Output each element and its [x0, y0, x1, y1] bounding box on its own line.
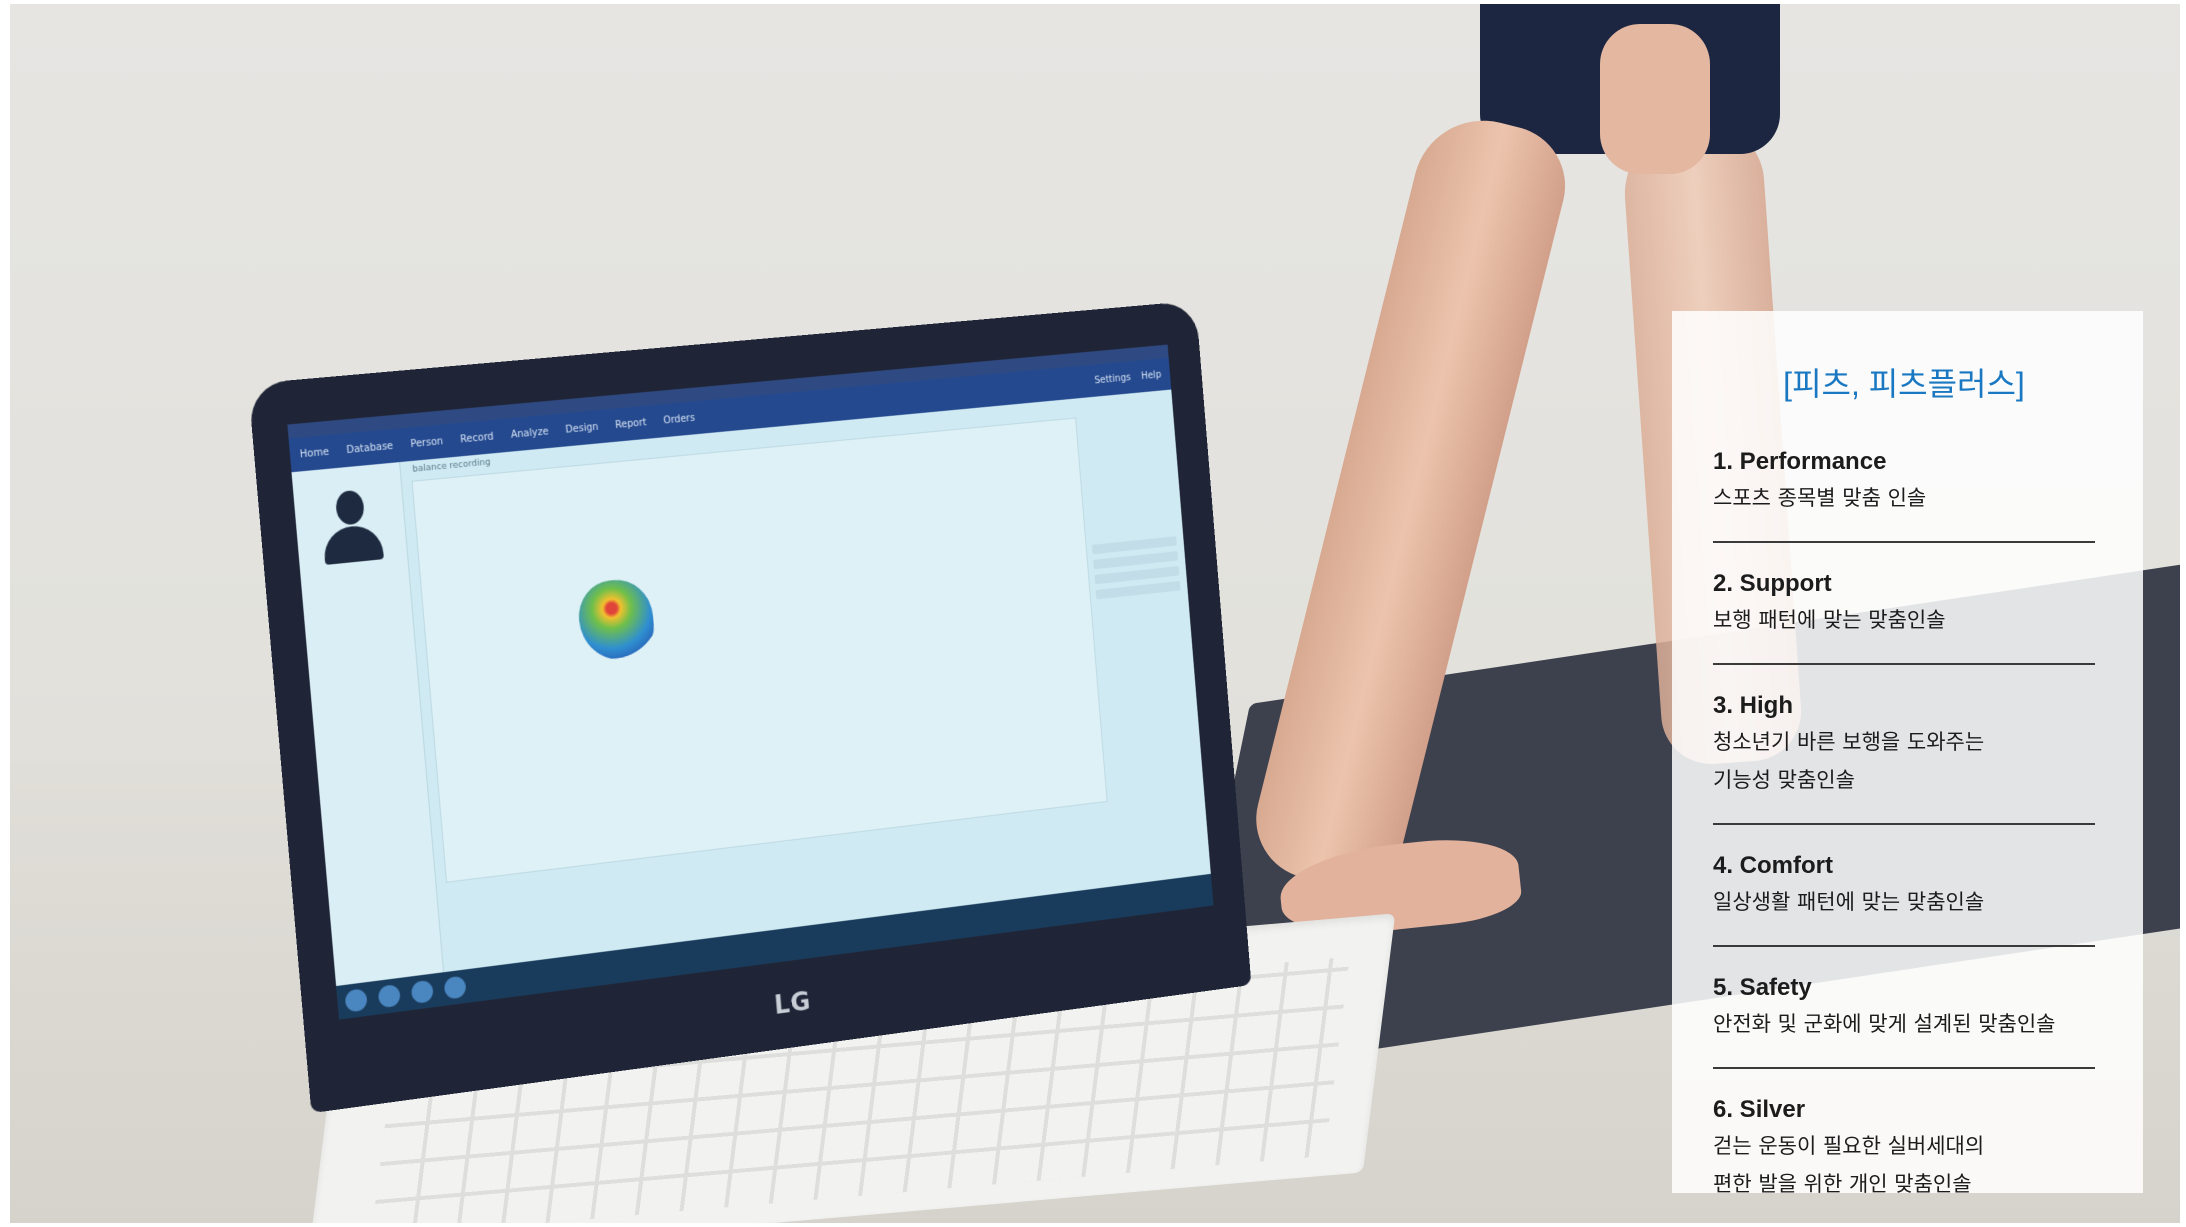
app-nav-design: Design — [565, 421, 599, 435]
taskbar-app-icon — [444, 975, 467, 999]
app-nav-home: Home — [299, 446, 329, 460]
card-title: [피츠, 피츠플러스] — [1713, 359, 2095, 405]
item-description: 보행 패턴에 맞는 맞춤인솔 — [1713, 601, 2095, 639]
avatar-body — [322, 524, 384, 565]
product-item-support: 2. Support 보행 패턴에 맞는 맞춤인솔 — [1713, 567, 2095, 665]
item-heading: 2. Support — [1713, 567, 2095, 601]
app-nav-record: Record — [460, 431, 494, 445]
avatar-head — [335, 490, 365, 526]
pressure-plot — [411, 417, 1107, 882]
app-nav-report: Report — [615, 417, 647, 431]
pressure-heatmap — [576, 576, 656, 663]
app-nav-person: Person — [410, 436, 443, 450]
hand — [1600, 24, 1710, 174]
product-item-safety: 5. Safety 안전화 및 군화에 맞게 설계된 맞춤인솔 — [1713, 971, 2095, 1069]
item-description: 스포츠 종목별 맞춤 인솔 — [1713, 479, 2095, 517]
laptop-lid: Home Database Person Record Analyze Desi… — [248, 301, 1251, 1114]
item-heading: 4. Comfort — [1713, 849, 2095, 883]
product-item-performance: 1. Performance 스포츠 종목별 맞춤 인솔 — [1713, 445, 2095, 543]
app-nav-database: Database — [346, 440, 393, 455]
product-item-comfort: 4. Comfort 일상생활 패턴에 맞는 맞춤인솔 — [1713, 849, 2095, 947]
avatar — [313, 484, 388, 570]
item-description: 일상생활 패턴에 맞는 맞춤인솔 — [1713, 883, 2095, 921]
start-icon — [344, 988, 367, 1012]
item-description: 청소년기 바른 보행을 도와주는 기능성 맞춤인솔 — [1713, 723, 2095, 799]
plot-label: balance recording — [412, 458, 491, 475]
item-heading: 6. Silver — [1713, 1093, 2095, 1127]
app-main: balance recording — [400, 390, 1211, 973]
app-nav-right: Settings Help — [1094, 369, 1162, 386]
item-description: 안전화 및 군화에 맞게 설계된 맞춤인솔 — [1713, 1005, 2095, 1043]
app-nav-analyze: Analyze — [510, 426, 549, 440]
item-description: 걷는 운동이 필요한 실버세대의 편한 발을 위한 개인 맞춤인솔 — [1713, 1127, 2095, 1203]
app-nav-orders: Orders — [663, 412, 695, 426]
item-heading: 1. Performance — [1713, 445, 2095, 479]
panel-row — [1096, 581, 1181, 599]
app-nav-help: Help — [1141, 369, 1162, 381]
app-nav-settings: Settings — [1094, 372, 1131, 386]
product-item-high: 3. High 청소년기 바른 보행을 도와주는 기능성 맞춤인솔 — [1713, 689, 2095, 825]
app-side-panel — [1091, 531, 1188, 690]
product-info-card: [피츠, 피츠플러스] 1. Performance 스포츠 종목별 맞춤 인솔… — [1672, 311, 2143, 1193]
laptop-screen: Home Database Person Record Analyze Desi… — [287, 345, 1213, 1020]
item-heading: 5. Safety — [1713, 971, 2095, 1005]
lg-logo: LG — [773, 987, 812, 1021]
item-heading: 3. High — [1713, 689, 2095, 723]
taskbar-app-icon — [378, 984, 401, 1008]
product-item-silver: 6. Silver 걷는 운동이 필요한 실버세대의 편한 발을 위한 개인 맞… — [1713, 1093, 2095, 1227]
taskbar-app-icon — [411, 980, 434, 1004]
